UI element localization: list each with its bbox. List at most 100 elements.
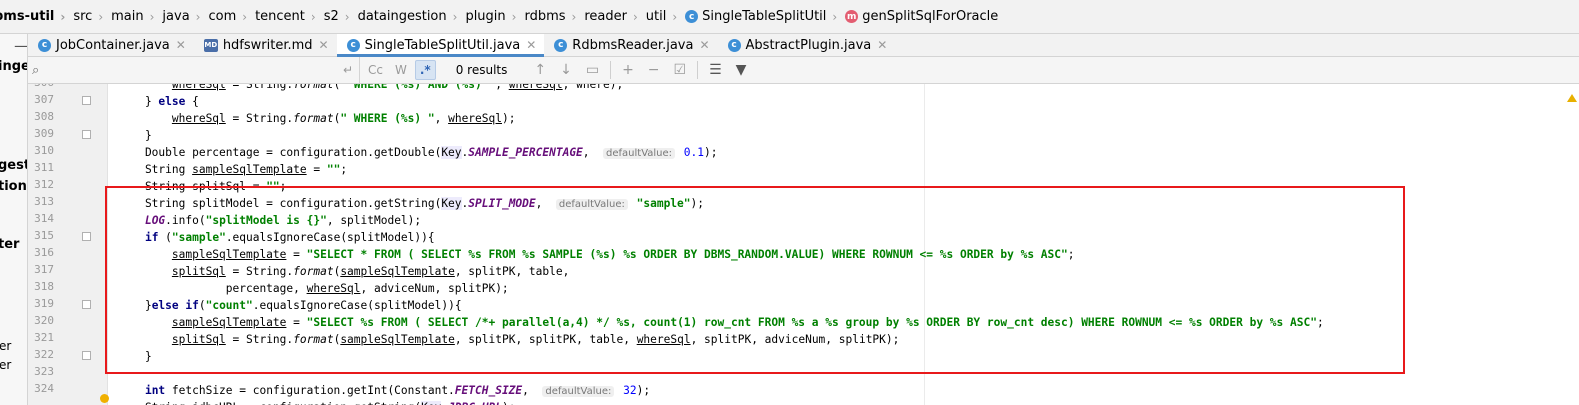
breadcrumb-item-method[interactable]: m genSplitSqlForOracle (839, 0, 1000, 33)
breadcrumb-item-module[interactable]: bms-util › (0, 0, 67, 33)
breadcrumb-label: rdbms (524, 9, 566, 24)
tab-hdfswriter[interactable]: MD hdfswriter.md ✕ (194, 34, 337, 56)
line-number: 320 (34, 314, 54, 327)
breadcrumb-item-plugin[interactable]: plugin › (459, 0, 518, 33)
project-panel: — inge gest tion- ter er er (0, 34, 28, 405)
breadcrumb-item-src[interactable]: src › (67, 0, 105, 33)
tab-singletablesplitutil[interactable]: c SingleTableSplitUtil.java ✕ (336, 34, 545, 57)
breadcrumb-label: src (73, 9, 93, 24)
code-line: int fetchSize = configuration.getInt(Con… (144, 384, 651, 397)
close-icon[interactable]: ✕ (526, 38, 536, 52)
intention-bulb-icon[interactable] (100, 394, 109, 403)
fold-marker-icon[interactable] (82, 351, 91, 360)
breadcrumb-label: SingleTableSplitUtil (702, 9, 827, 24)
filter-icon[interactable]: ▼ (736, 62, 747, 78)
tab-rdbmsreader[interactable]: c RdbmsReader.java ✕ (544, 34, 717, 56)
code-line: } (118, 129, 152, 142)
tab-jobcontainer[interactable]: c JobContainer.java ✕ (28, 34, 194, 56)
chevron-right-icon: › (832, 9, 838, 24)
project-tree-fragment[interactable]: ter (0, 237, 19, 252)
line-number: 310 (34, 144, 54, 157)
java-class-icon: c (727, 38, 741, 52)
breadcrumb-item-java[interactable]: java › (156, 0, 202, 33)
chevron-right-icon: › (571, 9, 577, 24)
breadcrumb-label: reader (584, 9, 627, 24)
project-tree-fragment[interactable]: er (0, 339, 11, 353)
match-case-toggle[interactable]: Cc (364, 60, 387, 80)
breadcrumb-item-com[interactable]: com › (202, 0, 249, 33)
chevron-right-icon: › (195, 9, 201, 24)
regex-toggle[interactable]: .* (414, 60, 436, 80)
java-class-icon: c (38, 38, 51, 52)
newline-icon[interactable]: ↵ (343, 63, 353, 77)
breadcrumb-item-reader[interactable]: reader › (578, 0, 639, 33)
breadcrumb-label: java (162, 9, 190, 24)
tab-label: AbstractPlugin.java (745, 37, 872, 53)
code-line: } else { (118, 95, 199, 108)
remove-occurrence-icon[interactable]: − (648, 62, 660, 78)
line-number: 306 (28, 84, 54, 89)
chevron-right-icon: › (672, 9, 678, 24)
close-icon[interactable]: ✕ (877, 38, 887, 52)
breadcrumb-label: genSplitSqlForOracle (862, 9, 999, 24)
filter-search-icon[interactable]: ▭ (586, 62, 599, 78)
editor-tab-bar: c JobContainer.java ✕ MD hdfswriter.md ✕… (28, 34, 1579, 57)
warning-icon[interactable] (1567, 94, 1577, 102)
line-number: 319 (34, 297, 54, 310)
breadcrumb-label: util (645, 9, 667, 24)
line-number: 313 (34, 195, 54, 208)
line-number: 324 (34, 382, 54, 395)
breadcrumb-item-class[interactable]: c SingleTableSplitUtil › (679, 0, 839, 33)
words-toggle[interactable]: W (391, 60, 411, 80)
project-tree-fragment[interactable]: inge (0, 59, 27, 74)
chevron-right-icon: › (310, 9, 316, 24)
line-number: 318 (34, 280, 54, 293)
tab-abstractplugin[interactable]: c AbstractPlugin.java ✕ (718, 34, 896, 56)
close-icon[interactable]: ✕ (699, 38, 709, 52)
breadcrumb-item-dataingestion[interactable]: dataingestion › (352, 0, 460, 33)
find-bar: ⌕ ↵ Cc W .* 0 results ↑ ↓ ▭ + − ☑ ☰ ▼ (28, 57, 1579, 84)
parameter-hint: defaultValue: (542, 386, 615, 397)
line-number: 316 (34, 246, 54, 259)
parameter-hint: defaultValue: (603, 148, 676, 159)
breadcrumb-item-rdbms[interactable]: rdbms › (518, 0, 578, 33)
code-line: String sampleSqlTemplate = ""; (118, 163, 348, 176)
add-occurrence-icon[interactable]: + (622, 62, 634, 78)
editor-gutter: 306 307 308 309 310 311 312 313 314 315 … (28, 84, 109, 405)
line-number: 311 (34, 161, 54, 174)
chevron-right-icon: › (98, 9, 104, 24)
line-number: 307 (34, 93, 54, 106)
breadcrumb-item-main[interactable]: main › (105, 0, 156, 33)
breadcrumb-item-s2[interactable]: s2 › (318, 0, 352, 33)
code-line: String jdbcURL = configuration.getString… (118, 399, 515, 405)
breadcrumb-label: s2 (323, 9, 339, 24)
next-occurrence-icon[interactable]: ↓ (560, 62, 572, 78)
search-icon[interactable]: ⌕ (32, 63, 39, 78)
search-input[interactable] (45, 63, 326, 77)
close-icon[interactable]: ✕ (176, 38, 186, 52)
select-all-occurrences-icon[interactable]: ☑ (674, 62, 687, 78)
project-tree-fragment[interactable]: er (0, 358, 11, 372)
chevron-right-icon: › (344, 9, 350, 24)
fold-marker-icon[interactable] (82, 130, 91, 139)
line-number: 314 (34, 212, 54, 225)
breadcrumb-label: bms-util (0, 9, 55, 24)
fold-marker-icon[interactable] (82, 300, 91, 309)
markdown-file-icon: MD (203, 38, 218, 52)
previous-occurrence-icon[interactable]: ↑ (534, 62, 546, 78)
method-icon: m (845, 10, 859, 23)
breadcrumb-item-util[interactable]: util › (640, 0, 679, 33)
collapse-icon[interactable]: — (14, 36, 27, 55)
multiline-icon[interactable]: ☰ (709, 62, 722, 78)
breadcrumb-label: main (111, 9, 144, 24)
divider (610, 61, 612, 79)
close-icon[interactable]: ✕ (319, 38, 329, 52)
project-tree-fragment[interactable]: tion- (0, 179, 27, 194)
fold-marker-icon[interactable] (82, 232, 91, 241)
code-editor[interactable]: 306 307 308 309 310 311 312 313 314 315 … (28, 84, 1579, 405)
tab-label: SingleTableSplitUtil.java (364, 37, 521, 53)
chevron-right-icon: › (452, 9, 458, 24)
fold-marker-icon[interactable] (82, 96, 91, 105)
project-tree-fragment[interactable]: gest (0, 158, 27, 173)
breadcrumb-item-tencent[interactable]: tencent › (249, 0, 318, 33)
